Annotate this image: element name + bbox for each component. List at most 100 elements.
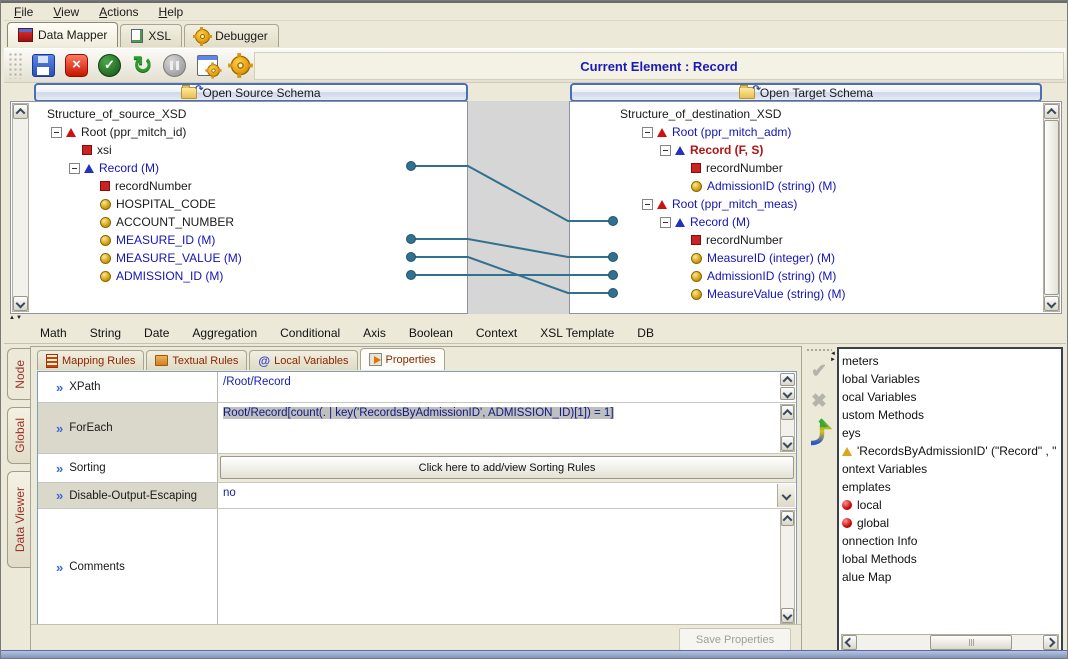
- open-source-schema-button[interactable]: Open Source Schema: [34, 83, 468, 102]
- workspace-tree-item[interactable]: ontext Variables: [839, 460, 1061, 478]
- function-category-boolean[interactable]: Boolean: [409, 326, 453, 340]
- scroll-down-icon[interactable]: [1044, 296, 1059, 311]
- workspace-tree-item[interactable]: local: [839, 496, 1061, 514]
- function-category-string[interactable]: String: [90, 326, 121, 340]
- tree-node[interactable]: MEASURE_VALUE (M): [31, 249, 466, 267]
- tab-local-variables[interactable]: @Local Variables: [249, 350, 357, 370]
- run-config-button[interactable]: [194, 52, 221, 79]
- workspace-h-scrollbar[interactable]: [841, 634, 1059, 651]
- workspace-tree-item[interactable]: ustom Methods: [839, 406, 1061, 424]
- collapse-toggle-icon[interactable]: [660, 217, 671, 228]
- source-tree-scrollbar[interactable]: [12, 103, 29, 312]
- workspace-tree-item[interactable]: onnection Info: [839, 532, 1061, 550]
- tree-node[interactable]: Record (M): [572, 213, 1042, 231]
- function-category-db[interactable]: DB: [637, 326, 654, 340]
- tab-mapping-rules[interactable]: Mapping Rules: [37, 350, 144, 370]
- collapse-toggle-icon[interactable]: [660, 145, 671, 156]
- workspace-tree-item[interactable]: lobal Methods: [839, 550, 1061, 568]
- function-category-conditional[interactable]: Conditional: [280, 326, 340, 340]
- collapse-toggle-icon[interactable]: [51, 127, 62, 138]
- scroll-down-icon[interactable]: [781, 608, 794, 623]
- collapse-toggle-icon[interactable]: [642, 127, 653, 138]
- doe-dropdown-value[interactable]: no: [218, 483, 778, 503]
- tree-node[interactable]: Root (ppr_mitch_adm): [572, 123, 1042, 141]
- function-category-math[interactable]: Math: [40, 326, 67, 340]
- target-tree-scrollbar[interactable]: [1043, 103, 1060, 312]
- tree-node[interactable]: MEASURE_ID (M): [31, 231, 466, 249]
- scroll-right-icon[interactable]: [1043, 635, 1058, 650]
- tab-debugger[interactable]: Debugger: [184, 24, 279, 47]
- foreach-input[interactable]: Root/Record[count(. | key('RecordsByAdmi…: [218, 403, 779, 423]
- side-tab-data-viewer[interactable]: Data Viewer: [7, 471, 31, 568]
- workspace-tree-item[interactable]: 'RecordsByAdmissionID' ("Record" , ": [839, 442, 1061, 460]
- pause-button[interactable]: [161, 52, 188, 79]
- tree-node[interactable]: Structure_of_source_XSD: [31, 105, 466, 123]
- workspace-tree-item[interactable]: eys: [839, 424, 1061, 442]
- tree-node[interactable]: Root (ppr_mitch_id): [31, 123, 466, 141]
- xpath-input[interactable]: /Root/Record: [218, 372, 779, 392]
- workspace-tree-item[interactable]: lobal Variables: [839, 370, 1061, 388]
- scroll-down-icon[interactable]: [781, 436, 794, 451]
- foreach-scrollbar[interactable]: [780, 404, 795, 452]
- side-tab-global[interactable]: Global: [7, 407, 31, 464]
- validate-button[interactable]: ✓: [96, 52, 123, 79]
- tree-node[interactable]: Structure_of_destination_XSD: [572, 105, 1042, 123]
- function-category-date[interactable]: Date: [144, 326, 169, 340]
- tab-properties[interactable]: Properties: [360, 348, 445, 370]
- tab-data-mapper[interactable]: Data Mapper: [7, 22, 118, 47]
- toolbar-grip[interactable]: [806, 348, 832, 353]
- scroll-up-icon[interactable]: [781, 511, 794, 526]
- panel-collapse-icon[interactable]: ◄►: [830, 351, 836, 363]
- scroll-up-icon[interactable]: [781, 405, 794, 420]
- swap-arrow-icon[interactable]: [804, 417, 834, 447]
- tab-textual-rules[interactable]: Textual Rules: [146, 350, 247, 370]
- workspace-tree-item[interactable]: meters: [839, 352, 1061, 370]
- settings-button[interactable]: [227, 52, 254, 79]
- tree-node[interactable]: ADMISSION_ID (M): [31, 267, 466, 285]
- doe-dropdown-button[interactable]: [777, 484, 795, 507]
- scroll-up-icon[interactable]: [13, 104, 28, 119]
- tree-node[interactable]: Root (ppr_mitch_meas): [572, 195, 1042, 213]
- scroll-thumb[interactable]: [1044, 120, 1059, 295]
- tree-node[interactable]: recordNumber: [31, 177, 466, 195]
- save-button[interactable]: [30, 52, 57, 79]
- scroll-down-icon[interactable]: [13, 296, 28, 311]
- tree-node[interactable]: ACCOUNT_NUMBER: [31, 213, 466, 231]
- workspace-tree-item[interactable]: ocal Variables: [839, 388, 1061, 406]
- scroll-up-icon[interactable]: [1044, 104, 1059, 119]
- function-category-axis[interactable]: Axis: [363, 326, 386, 340]
- refresh-button[interactable]: ↻: [129, 52, 156, 79]
- collapse-toggle-icon[interactable]: [69, 163, 80, 174]
- side-tab-node[interactable]: Node: [7, 348, 31, 400]
- menu-item-view[interactable]: View: [43, 4, 89, 20]
- tree-node[interactable]: MeasureValue (string) (M): [572, 285, 1042, 303]
- comments-input[interactable]: [218, 509, 779, 633]
- menu-item-actions[interactable]: Actions: [89, 4, 148, 20]
- menu-item-file[interactable]: File: [4, 4, 43, 20]
- tree-node[interactable]: HOSPITAL_CODE: [31, 195, 466, 213]
- scroll-thumb[interactable]: [930, 635, 1012, 650]
- workspace-tree-item[interactable]: alue Map: [839, 568, 1061, 586]
- workspace-tree-item[interactable]: emplates: [839, 478, 1061, 496]
- workspace-tree-item[interactable]: global: [839, 514, 1061, 532]
- spin-up-icon[interactable]: [780, 373, 795, 386]
- tree-node[interactable]: MeasureID (integer) (M): [572, 249, 1042, 267]
- sorting-rules-button[interactable]: Click here to add/view Sorting Rules: [220, 456, 794, 479]
- tree-node[interactable]: xsi: [31, 141, 466, 159]
- menu-item-help[interactable]: Help: [149, 4, 194, 20]
- open-target-schema-button[interactable]: Open Target Schema: [570, 83, 1042, 102]
- collapse-toggle-icon[interactable]: [642, 199, 653, 210]
- function-category-aggregation[interactable]: Aggregation: [192, 326, 257, 340]
- tree-node[interactable]: Record (F, S): [572, 141, 1042, 159]
- save-properties-button[interactable]: Save Properties: [679, 628, 791, 651]
- tree-node[interactable]: AdmissionID (string) (M): [572, 267, 1042, 285]
- toolbar-grip[interactable]: [8, 52, 24, 79]
- tree-node[interactable]: Record (M): [31, 159, 466, 177]
- cancel-button[interactable]: ×: [63, 52, 90, 79]
- tab-xsl[interactable]: XSL: [120, 24, 182, 47]
- function-category-context[interactable]: Context: [476, 326, 517, 340]
- comments-scrollbar[interactable]: [780, 510, 795, 624]
- tree-node[interactable]: recordNumber: [572, 159, 1042, 177]
- scroll-left-icon[interactable]: [842, 635, 857, 650]
- tree-node[interactable]: recordNumber: [572, 231, 1042, 249]
